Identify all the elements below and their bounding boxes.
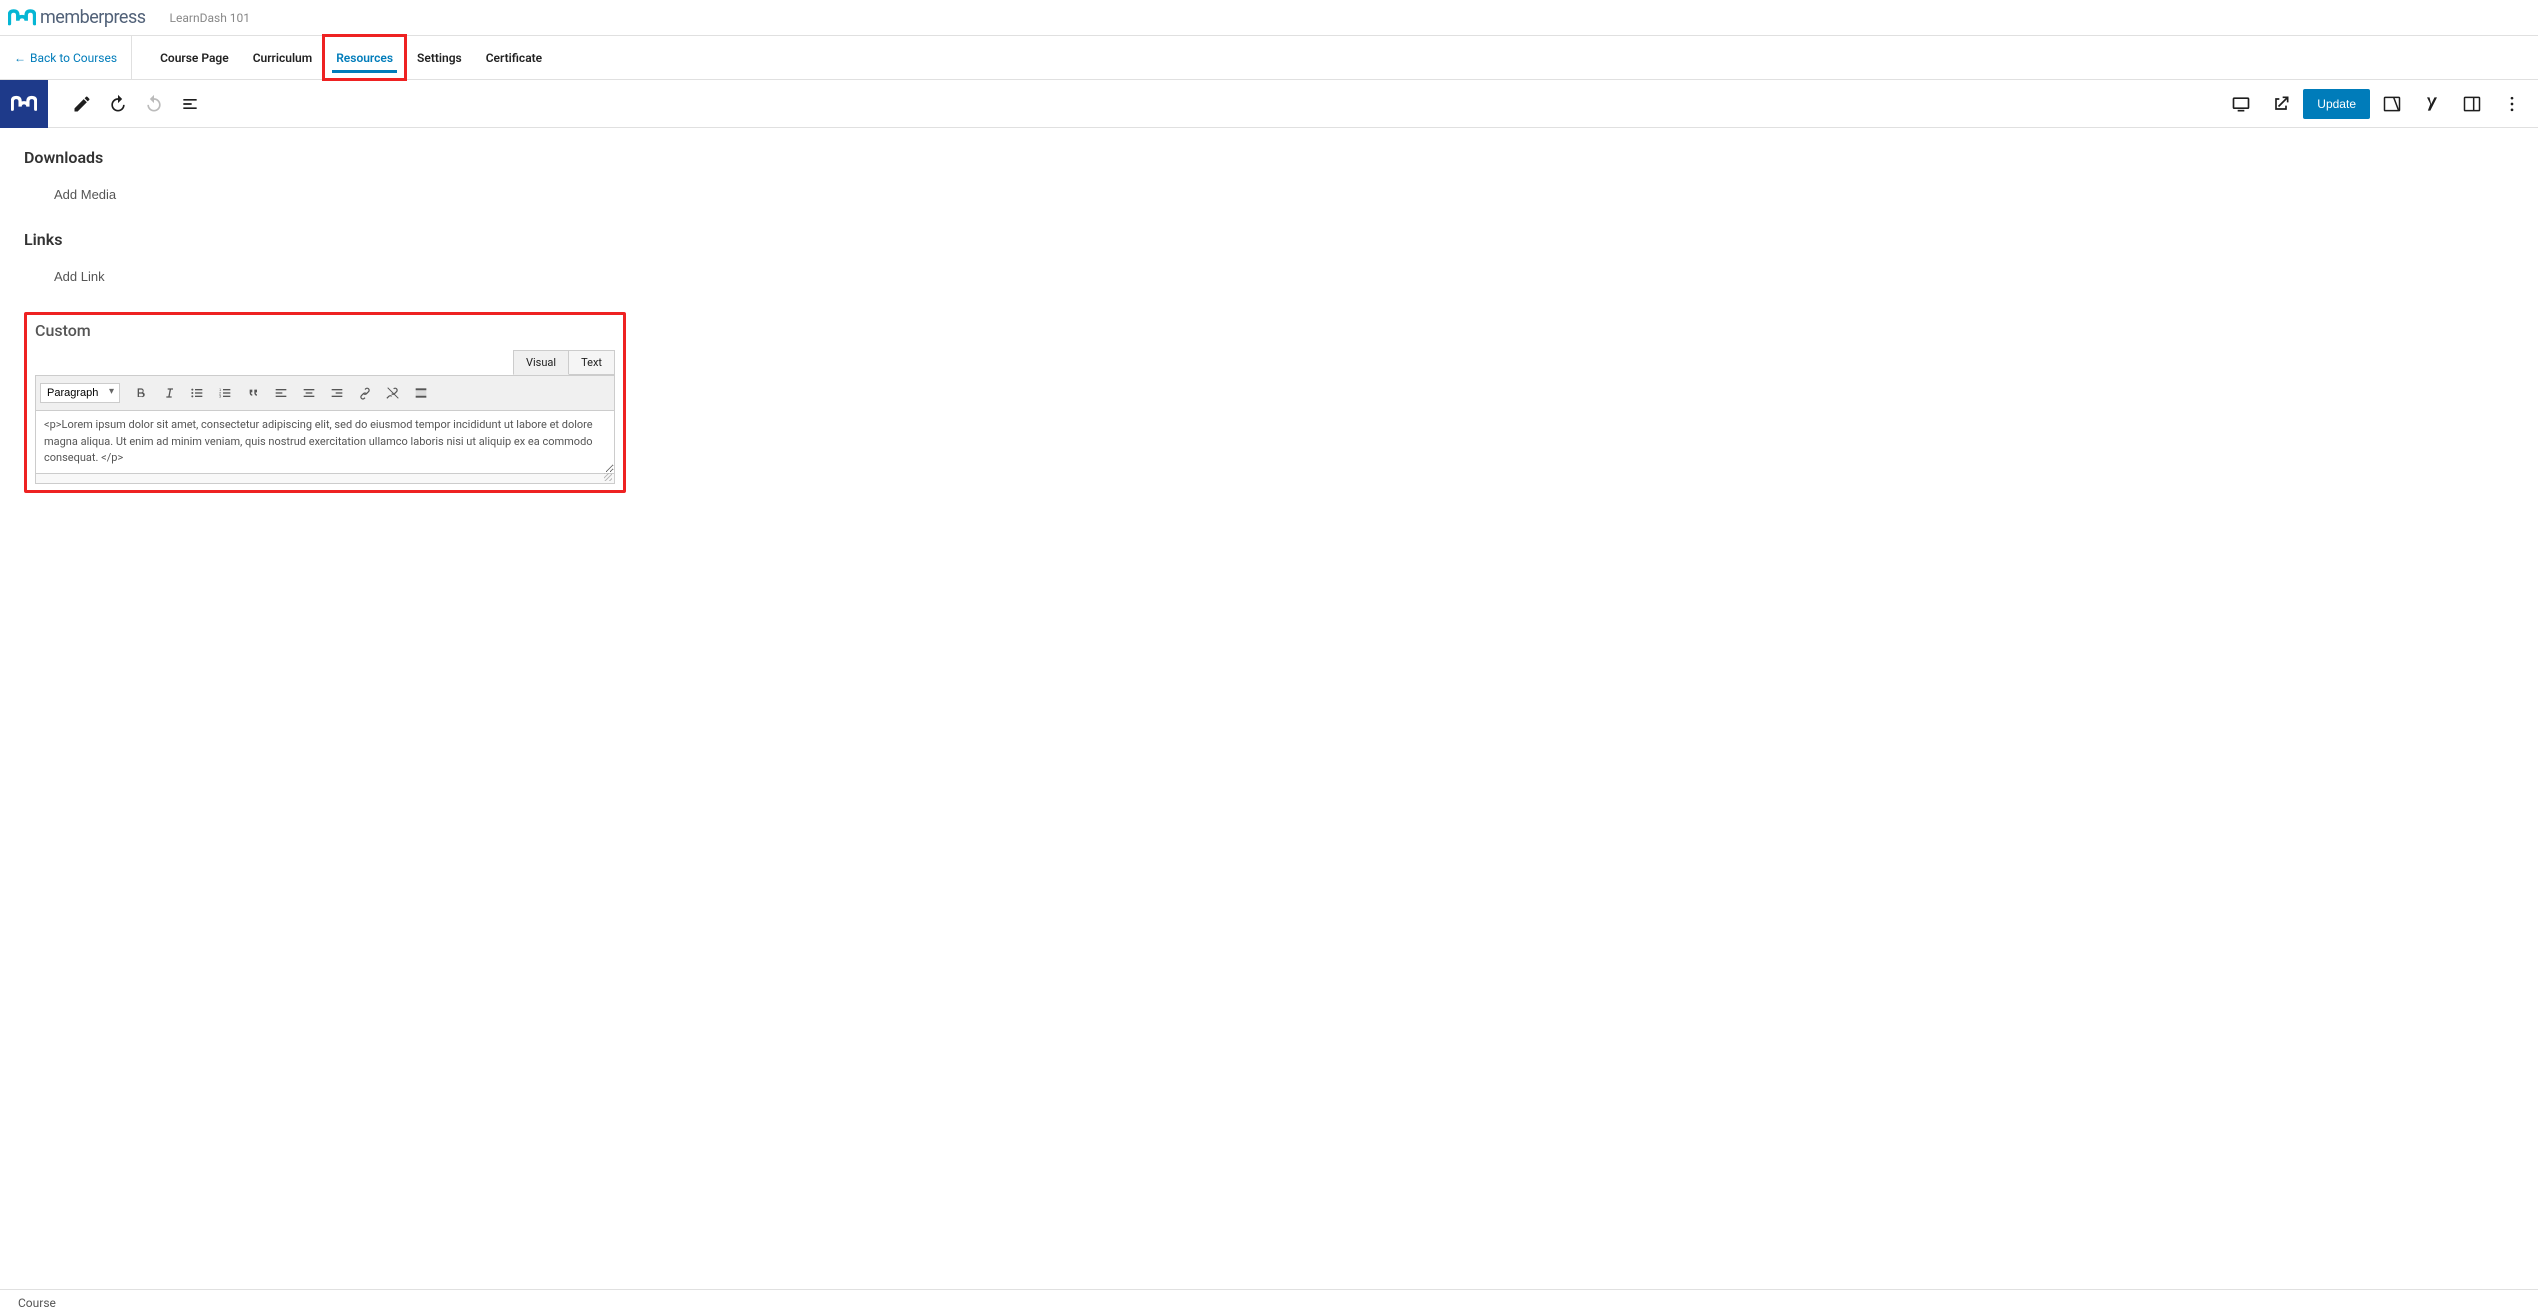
add-media-button[interactable]: Add Media (44, 181, 126, 208)
quote-icon (245, 385, 261, 401)
desktop-icon (2231, 94, 2251, 114)
redo-button[interactable] (136, 86, 172, 122)
svg-text:3: 3 (219, 394, 222, 399)
tab-certificate[interactable]: Certificate (474, 36, 554, 79)
bullet-list-icon (189, 385, 205, 401)
editor-bar-right: Update (2223, 86, 2538, 122)
back-label: Back to Courses (30, 51, 117, 65)
more-options-button[interactable] (2494, 86, 2530, 122)
undo-icon (108, 94, 128, 114)
tab-curriculum[interactable]: Curriculum (241, 36, 325, 79)
align-left-button[interactable] (268, 380, 294, 406)
wp-menu-button[interactable] (0, 80, 48, 128)
custom-editor-box: Custom Visual Text Paragraph 123 <p>Lore… (24, 312, 626, 493)
yoast-button[interactable] (2414, 86, 2450, 122)
rte-resize-handle[interactable] (35, 474, 615, 484)
link-icon (357, 385, 373, 401)
italic-button[interactable] (156, 380, 182, 406)
view-button[interactable] (2223, 86, 2259, 122)
tab-settings[interactable]: Settings (405, 36, 474, 79)
pencil-icon (72, 94, 92, 114)
number-list-button[interactable]: 123 (212, 380, 238, 406)
align-right-button[interactable] (324, 380, 350, 406)
back-to-courses-link[interactable]: ← Back to Courses (0, 36, 132, 79)
bold-button[interactable] (128, 380, 154, 406)
nav-tabs: Course Page Curriculum Resources Setting… (148, 36, 554, 79)
bold-icon (133, 385, 149, 401)
sidebar-toggle-button[interactable] (2454, 86, 2490, 122)
brand-logo: memberpress (8, 7, 146, 28)
align-center-button[interactable] (296, 380, 322, 406)
arrow-left-icon: ← (14, 51, 26, 65)
undo-button[interactable] (100, 86, 136, 122)
blockquote-button[interactable] (240, 380, 266, 406)
add-media-row: Add Media (24, 181, 2514, 208)
settings-panel-button[interactable] (2374, 86, 2410, 122)
remove-link-button[interactable] (380, 380, 406, 406)
list-icon (180, 94, 200, 114)
bullet-list-button[interactable] (184, 380, 210, 406)
align-left-icon (273, 385, 289, 401)
panel-settings-icon (2382, 94, 2402, 114)
external-link-icon (2271, 94, 2291, 114)
editor-mode-tabs: Visual Text (35, 350, 615, 375)
edit-button[interactable] (64, 86, 100, 122)
downloads-title: Downloads (24, 148, 2514, 167)
read-more-icon (413, 385, 429, 401)
format-select-wrap: Paragraph (40, 383, 120, 403)
update-button[interactable]: Update (2303, 89, 2370, 119)
align-right-icon (329, 385, 345, 401)
details-button[interactable] (172, 86, 208, 122)
top-header: memberpress LearnDash 101 (0, 0, 2538, 36)
tab-course-page[interactable]: Course Page (148, 36, 241, 79)
brand-text: memberpress (40, 7, 146, 28)
tab-resources[interactable]: Resources (324, 36, 405, 79)
add-link-button[interactable]: Add Link (44, 263, 115, 290)
footer-breadcrumb: Course (18, 1296, 56, 1310)
rte-toolbar: Paragraph 123 (35, 375, 615, 411)
align-center-icon (301, 385, 317, 401)
sidebar-icon (2462, 94, 2482, 114)
read-more-button[interactable] (408, 380, 434, 406)
tab-visual[interactable]: Visual (513, 350, 569, 375)
rte-content-area[interactable]: <p>Lorem ipsum dolor sit amet, consectet… (35, 411, 615, 474)
preview-button[interactable] (2263, 86, 2299, 122)
breadcrumb-title: LearnDash 101 (170, 11, 250, 25)
main-content: Downloads Add Media Links Add Link Custo… (0, 128, 2538, 513)
add-link-row: Add Link (24, 263, 2514, 290)
yoast-icon (2422, 94, 2442, 114)
paragraph-format-select[interactable]: Paragraph (40, 383, 120, 403)
redo-icon (144, 94, 164, 114)
links-title: Links (24, 230, 2514, 249)
number-list-icon: 123 (217, 385, 233, 401)
custom-title: Custom (35, 321, 615, 340)
unlink-icon (385, 385, 401, 401)
italic-icon (161, 385, 177, 401)
editor-bar-left (0, 80, 208, 128)
secondary-nav: ← Back to Courses Course Page Curriculum… (0, 36, 2538, 80)
insert-link-button[interactable] (352, 380, 378, 406)
memberpress-m-icon (11, 94, 37, 114)
tab-text[interactable]: Text (568, 350, 615, 375)
editor-toolbar: Update (0, 80, 2538, 128)
footer-bar: Course (0, 1289, 2538, 1316)
memberpress-logo-icon (8, 8, 36, 28)
kebab-icon (2502, 94, 2522, 114)
